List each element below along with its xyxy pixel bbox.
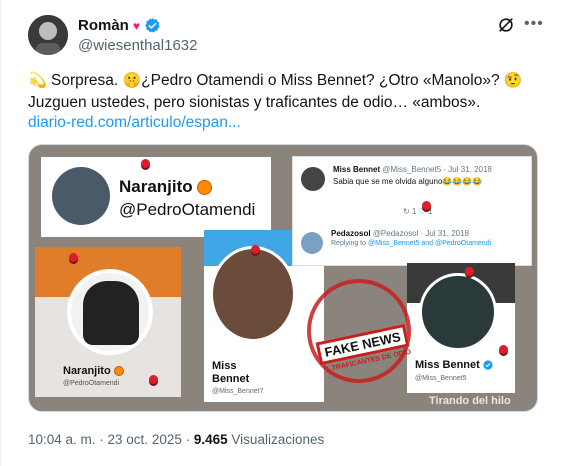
heart-icon: ♥ bbox=[132, 18, 140, 33]
tweet-media-image[interactable]: Naranjito @PedroOtamendi Naranjito @Pedr… bbox=[28, 144, 538, 412]
pushpin-icon bbox=[69, 253, 78, 262]
author-name-row[interactable]: Romàn ♥ bbox=[78, 17, 161, 34]
bowler-hat-figure bbox=[83, 281, 139, 345]
left-card-name-row: Naranjito bbox=[63, 365, 124, 377]
naranjito-avatar bbox=[52, 167, 110, 225]
pushpin-icon bbox=[149, 375, 158, 384]
tweet-container: Romàn ♥ @wiesenthal1632 ••• 💫 Sorpresa. … bbox=[0, 0, 564, 466]
tweet-text: 💫 Sorpresa. 🤫¿Pedro Otamendi o Miss Benn… bbox=[28, 70, 538, 114]
pushpin-icon bbox=[465, 267, 474, 276]
miss2-name-row: Miss Bennet bbox=[415, 359, 493, 371]
naranjito-profile-card: Naranjito @PedroOtamendi bbox=[41, 157, 271, 237]
embedded-tweet-text: Sabia que se me olvida alguno😂😂😂😂 bbox=[333, 177, 483, 186]
embedded-reply-meta: @Pedazosol · Jul 31, 2018 bbox=[372, 229, 469, 238]
miss1-name: Miss Bennet bbox=[212, 360, 250, 385]
shush-emoji: 🤫 bbox=[122, 72, 142, 89]
naranjito-left-card: Naranjito @PedroOtamendi bbox=[35, 247, 181, 397]
naranjito-card-name: Naranjito bbox=[119, 177, 193, 196]
author-handle[interactable]: @wiesenthal1632 bbox=[78, 37, 197, 54]
left-card-handle: @PedroOtamendi bbox=[63, 380, 120, 387]
thinking-emoji: 🤨 bbox=[503, 72, 523, 89]
article-link[interactable]: diario-red.com/articulo/espan... bbox=[28, 114, 241, 132]
miss1-handle: @Miss_Bennet7 bbox=[212, 388, 264, 395]
views-label: Visualizaciones bbox=[231, 432, 325, 447]
tweet-text-line2: Juzguen ustedes, pero sionistas y trafic… bbox=[28, 94, 481, 111]
views-count: 9.465 bbox=[193, 432, 228, 447]
grok-icon[interactable] bbox=[497, 16, 515, 34]
left-card-name: Naranjito bbox=[63, 365, 111, 377]
embedded-replying-to: Replying to @Miss_Bennet5 and @PedroOtam… bbox=[331, 240, 491, 247]
author-avatar[interactable] bbox=[28, 15, 68, 55]
pushpin-icon bbox=[141, 159, 150, 168]
orange-icon bbox=[113, 366, 124, 376]
embedded-tweet-card: Miss Bennet @Miss_Bennet5 · Jul 31, 2018… bbox=[292, 156, 532, 266]
embedded-tweet-header: Miss Bennet @Miss_Bennet5 · Jul 31, 2018 bbox=[333, 165, 492, 174]
embedded-reply-header: Pedazosol @Pedazosol · Jul 31, 2018 bbox=[331, 229, 469, 238]
miss-bennet-card-2: Miss Bennet @Miss_Bennet5 bbox=[407, 263, 515, 393]
orange-icon bbox=[196, 179, 212, 195]
watermark-text: Tirando del hilo bbox=[429, 395, 511, 407]
pushpin-icon bbox=[499, 345, 508, 354]
embedded-tweet-author: Miss Bennet bbox=[333, 165, 381, 174]
pushpin-icon bbox=[422, 201, 431, 210]
naranjito-card-handle: @PedroOtamendi bbox=[119, 200, 256, 219]
miss2-name: Miss Bennet bbox=[415, 359, 480, 371]
embedded-tweet-meta: @Miss_Bennet5 · Jul 31, 2018 bbox=[382, 165, 492, 174]
embedded-reply-avatar bbox=[301, 232, 323, 254]
more-options-icon[interactable]: ••• bbox=[524, 15, 544, 33]
miss2-handle: @Miss_Bennet5 bbox=[415, 375, 467, 382]
embedded-reply-author: Pedazosol bbox=[331, 229, 371, 238]
tweet-text-part1: Sorpresa. bbox=[51, 72, 119, 89]
naranjito-card-name-row: Naranjito bbox=[119, 177, 212, 197]
miss2-avatar bbox=[419, 273, 497, 351]
miss1-avatar bbox=[210, 246, 296, 342]
verified-badge-icon bbox=[483, 360, 493, 370]
tweet-text-part2: ¿Pedro Otamendi o Miss Bennet? ¿Otro «Ma… bbox=[141, 72, 500, 89]
avatar-image bbox=[28, 15, 68, 55]
replying-prefix: Replying to bbox=[331, 240, 367, 247]
replying-handles: @Miss_Bennet5 and @PedroOtamendi bbox=[367, 240, 492, 247]
tweet-timestamp[interactable]: 10:04 a. m. · 23 oct. 2025 · bbox=[28, 432, 190, 447]
pushpin-icon bbox=[251, 245, 260, 254]
sparkle-emoji: 💫 bbox=[28, 72, 47, 89]
embedded-tweet-avatar bbox=[301, 167, 325, 191]
author-display-name[interactable]: Romàn bbox=[78, 17, 129, 34]
verified-badge-icon bbox=[145, 18, 160, 33]
tweet-meta: 10:04 a. m. · 23 oct. 2025 · 9.465 Visua… bbox=[28, 432, 324, 447]
